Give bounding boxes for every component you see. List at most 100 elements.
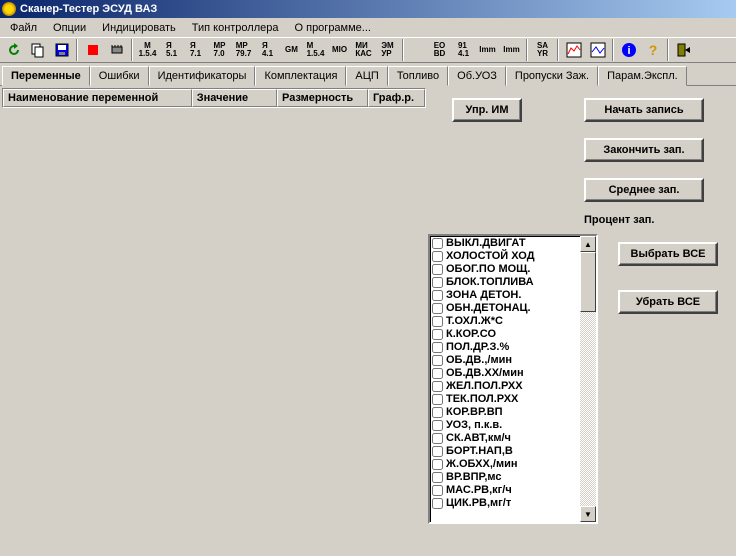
list-item[interactable]: ОБОГ.ПО МОЩ. — [432, 263, 578, 276]
list-item[interactable]: ВЫКЛ.ДВИГАТ — [432, 237, 578, 250]
list-item-label: ВР.ВПР,мс — [446, 471, 502, 484]
scroll-track[interactable] — [580, 252, 596, 506]
list-item-checkbox[interactable] — [432, 277, 443, 288]
tool-exit-icon[interactable] — [672, 39, 695, 61]
scrollbar[interactable]: ▲ ▼ — [580, 236, 596, 522]
tab-acp[interactable]: АЦП — [346, 66, 387, 86]
tab-complectation[interactable]: Комплектация — [255, 66, 346, 86]
list-item-checkbox[interactable] — [432, 485, 443, 496]
list-item[interactable]: ОБ.ДВ.ХХ/мин — [432, 367, 578, 380]
tool-sayr[interactable]: SAYR — [531, 39, 554, 61]
menu-indicate[interactable]: Индицировать — [94, 20, 184, 36]
list-item-checkbox[interactable] — [432, 433, 443, 444]
list-item[interactable]: МАС.РВ,кг/ч — [432, 484, 578, 497]
list-item-checkbox[interactable] — [432, 420, 443, 431]
list-item-checkbox[interactable] — [432, 381, 443, 392]
tool-mikas[interactable]: МИКАС — [352, 39, 375, 61]
tab-variables[interactable]: Переменные — [2, 66, 90, 86]
list-item-label: УОЗ, п.к.в. — [446, 419, 502, 432]
list-item[interactable]: Т.ОХЛ.Ж*С — [432, 315, 578, 328]
tool-gm[interactable]: GM — [280, 39, 303, 61]
deselect-all-button[interactable]: Убрать ВСЕ — [618, 290, 718, 314]
tool-ecu-icon[interactable] — [105, 39, 128, 61]
tab-obuz[interactable]: Об.УОЗ — [448, 66, 506, 86]
list-item-checkbox[interactable] — [432, 355, 443, 366]
tool-graph1-icon[interactable] — [562, 39, 585, 61]
tool-m154b[interactable]: М1.5.4 — [304, 39, 327, 61]
upr-im-button[interactable]: Упр. ИМ — [452, 98, 522, 122]
tab-errors[interactable]: Ошибки — [90, 66, 149, 86]
menu-options[interactable]: Опции — [45, 20, 94, 36]
list-item-checkbox[interactable] — [432, 472, 443, 483]
list-item[interactable]: КОР.ВР.ВП — [432, 406, 578, 419]
tool-help-icon[interactable]: ? — [641, 39, 664, 61]
select-all-button[interactable]: Выбрать ВСЕ — [618, 242, 718, 266]
tool-copy-icon[interactable] — [26, 39, 49, 61]
tool-save-icon[interactable] — [50, 39, 73, 61]
tool-ya71[interactable]: Я7.1 — [184, 39, 207, 61]
tool-imm1[interactable]: Imm — [476, 39, 499, 61]
list-item[interactable]: К.КОР.СО — [432, 328, 578, 341]
tool-stop-icon[interactable] — [81, 39, 104, 61]
tool-m154[interactable]: М1.5.4 — [136, 39, 159, 61]
list-item[interactable]: БОРТ.НАП,В — [432, 445, 578, 458]
tool-imm2[interactable]: Imm — [500, 39, 523, 61]
scroll-down-icon[interactable]: ▼ — [580, 506, 596, 522]
col-graph[interactable]: Граф.р. — [368, 89, 425, 107]
menu-about[interactable]: О программе... — [287, 20, 379, 36]
list-item[interactable]: УОЗ, п.к.в. — [432, 419, 578, 432]
list-item[interactable]: ВР.ВПР,мс — [432, 471, 578, 484]
tab-params[interactable]: Парам.Экспл. — [598, 66, 687, 86]
tool-reload-icon[interactable] — [2, 39, 25, 61]
list-item-checkbox[interactable] — [432, 238, 443, 249]
tab-misfires[interactable]: Пропуски Заж. — [506, 66, 598, 86]
list-item[interactable]: ЗОНА ДЕТОН. — [432, 289, 578, 302]
list-item[interactable]: Ж.ОБХХ,/мин — [432, 458, 578, 471]
list-item-checkbox[interactable] — [432, 394, 443, 405]
list-item-checkbox[interactable] — [432, 303, 443, 314]
tab-identifiers[interactable]: Идентификаторы — [149, 66, 256, 86]
menu-controller-type[interactable]: Тип контроллера — [184, 20, 287, 36]
col-dimension[interactable]: Размерность — [277, 89, 368, 107]
list-item-checkbox[interactable] — [432, 290, 443, 301]
col-name[interactable]: Наименование переменной — [3, 89, 192, 107]
tab-fuel[interactable]: Топливо — [388, 66, 448, 86]
tool-ya41[interactable]: Я4.1 — [256, 39, 279, 61]
tool-ya51[interactable]: Я5.1 — [160, 39, 183, 61]
list-item[interactable]: ХОЛОСТОЙ ХОД — [432, 250, 578, 263]
list-item[interactable]: ОБН.ДЕТОНАЦ. — [432, 302, 578, 315]
list-item[interactable]: БЛОК.ТОПЛИВА — [432, 276, 578, 289]
scroll-thumb[interactable] — [580, 252, 596, 312]
tool-eobd[interactable]: EOBD — [428, 39, 451, 61]
end-record-button[interactable]: Закончить зап. — [584, 138, 704, 162]
list-item[interactable]: ЖЕЛ.ПОЛ.РХХ — [432, 380, 578, 393]
tool-mio[interactable]: MIO — [328, 39, 351, 61]
list-item-checkbox[interactable] — [432, 407, 443, 418]
list-item[interactable]: СК.АВТ,км/ч — [432, 432, 578, 445]
tool-mp70[interactable]: MP7.0 — [208, 39, 231, 61]
list-item-checkbox[interactable] — [432, 368, 443, 379]
list-item[interactable]: ОБ.ДВ.,/мин — [432, 354, 578, 367]
list-item-checkbox[interactable] — [432, 446, 443, 457]
menu-file[interactable]: Файл — [2, 20, 45, 36]
tool-mp797[interactable]: MP79.7 — [232, 39, 255, 61]
list-item-checkbox[interactable] — [432, 251, 443, 262]
titlebar: Сканер-Тестер ЭСУД ВАЗ — [0, 0, 736, 18]
avg-record-button[interactable]: Среднее зап. — [584, 178, 704, 202]
list-item[interactable]: ЦИК.РВ,мг/т — [432, 497, 578, 510]
scroll-up-icon[interactable]: ▲ — [580, 236, 596, 252]
tool-graph2-icon[interactable] — [586, 39, 609, 61]
list-item[interactable]: ПОЛ.ДР.З.% — [432, 341, 578, 354]
list-item-checkbox[interactable] — [432, 316, 443, 327]
list-item-checkbox[interactable] — [432, 329, 443, 340]
tool-91-41[interactable]: 914.1 — [452, 39, 475, 61]
tool-info-icon[interactable]: i — [617, 39, 640, 61]
list-item[interactable]: ТЕК.ПОЛ.РХХ — [432, 393, 578, 406]
list-item-checkbox[interactable] — [432, 342, 443, 353]
list-item-checkbox[interactable] — [432, 459, 443, 470]
start-record-button[interactable]: Начать запись — [584, 98, 704, 122]
col-value[interactable]: Значение — [192, 89, 277, 107]
tool-emur[interactable]: ЭМУР — [376, 39, 399, 61]
list-item-checkbox[interactable] — [432, 498, 443, 509]
list-item-checkbox[interactable] — [432, 264, 443, 275]
